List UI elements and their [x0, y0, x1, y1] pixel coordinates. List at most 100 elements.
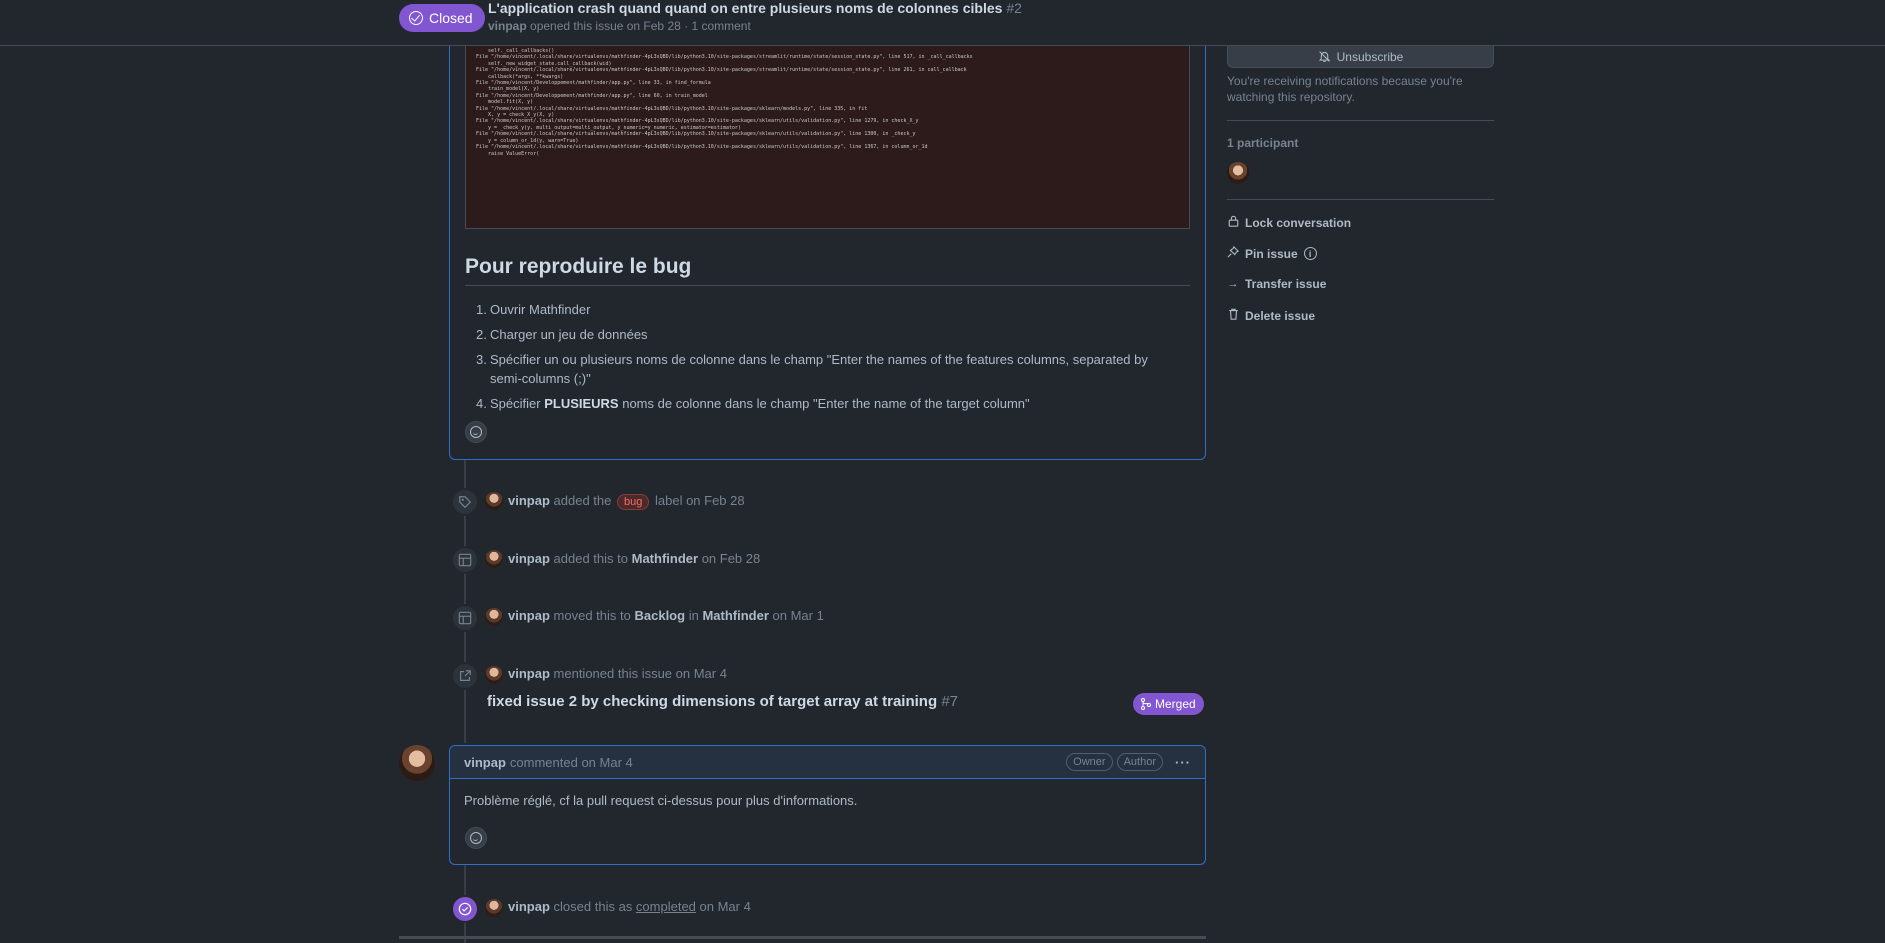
- transfer-issue-button[interactable]: → Transfer issue: [1227, 277, 1327, 291]
- bell-slash-icon: [1318, 51, 1330, 62]
- divider: [1227, 120, 1494, 121]
- comment-timestamp[interactable]: commented on Mar 4: [510, 755, 633, 770]
- event-user-link[interactable]: vinpap: [508, 551, 550, 566]
- avatar[interactable]: [485, 608, 503, 626]
- close-reason-link[interactable]: completed: [636, 899, 696, 914]
- pin-icon: [1227, 245, 1240, 261]
- step-text: Charger un jeu de données: [490, 327, 648, 342]
- issue-title[interactable]: L'application crash quand quand on entre…: [488, 0, 1022, 16]
- pull-request-title[interactable]: fixed issue 2 by checking dimensions of …: [487, 693, 937, 710]
- comment-header: vinpap commented on Mar 4 Owner Author ·…: [450, 746, 1205, 779]
- step-text: noms de colonne dans le champ "Enter the…: [618, 396, 1030, 411]
- tag-icon: [451, 488, 479, 516]
- delete-issue-button[interactable]: Delete issue: [1227, 308, 1315, 323]
- author-badge: Author: [1116, 753, 1163, 771]
- timeline-event-project: vinpap added this to Mathfinder on Feb 2…: [508, 551, 760, 566]
- step-number: 4.: [476, 396, 487, 411]
- bug-label[interactable]: bug: [617, 494, 650, 510]
- event-text: mentioned this issue on Mar 4: [553, 666, 727, 681]
- comment: vinpap commented on Mar 4 Owner Author ·…: [449, 745, 1206, 865]
- divider: [399, 936, 1206, 939]
- list-item: 4. Spécifier PLUSIEURS noms de colonne da…: [476, 394, 1178, 413]
- timeline-event-mention: vinpap mentioned this issue on Mar 4: [508, 666, 727, 681]
- issue-number: #2: [1006, 0, 1022, 16]
- pull-request-link[interactable]: fixed issue 2 by checking dimensions of …: [487, 693, 958, 710]
- avatar[interactable]: [485, 666, 503, 684]
- avatar[interactable]: [485, 492, 503, 510]
- issue-state-badge: Closed: [399, 4, 485, 32]
- step-number: 2.: [476, 327, 487, 342]
- project-table-icon: [451, 546, 479, 574]
- project-table-icon: [451, 604, 479, 632]
- check-circle-icon: [409, 11, 423, 25]
- avatar[interactable]: [399, 745, 435, 781]
- event-text: on Mar 4: [699, 899, 751, 914]
- event-text: added this to: [553, 551, 628, 566]
- project-link[interactable]: Mathfinder: [632, 551, 698, 566]
- project-link[interactable]: Mathfinder: [702, 608, 768, 623]
- event-text: on Mar 1: [772, 608, 824, 623]
- pull-request-number: #7: [941, 693, 958, 710]
- transfer-issue-label: Transfer issue: [1245, 277, 1327, 291]
- event-text: added the: [553, 493, 612, 508]
- section-heading: Pour reproduire le bug: [465, 255, 1190, 286]
- unsubscribe-label: Unsubscribe: [1336, 49, 1404, 64]
- owner-badge: Owner: [1066, 753, 1113, 771]
- list-item: 3. Spécifier un ou plusieurs noms de colo…: [476, 350, 1178, 388]
- pin-issue-button[interactable]: Pin issue i: [1227, 245, 1317, 261]
- timeline-event-closed: vinpap closed this as completed on Mar 4: [508, 899, 751, 914]
- timeline-event-moved: vinpap moved this to Backlog in Mathfind…: [508, 608, 824, 623]
- step-text: Spécifier: [490, 396, 545, 411]
- list-item: 2. Charger un jeu de données: [476, 325, 1178, 344]
- add-reaction-button[interactable]: [465, 421, 487, 443]
- comment-author-link[interactable]: vinpap: [464, 755, 506, 770]
- lock-icon: [1227, 215, 1239, 230]
- check-circle-icon: [451, 895, 479, 923]
- issue-meta: vinpap opened this issue on Feb 28 · 1 c…: [488, 19, 751, 33]
- event-text: in: [688, 608, 699, 623]
- notification-reason: You're receiving notifications because y…: [1227, 74, 1463, 104]
- column-name: Backlog: [634, 608, 686, 623]
- add-reaction-button[interactable]: [465, 827, 487, 849]
- pin-issue-label: Pin issue: [1245, 246, 1298, 261]
- event-user-link[interactable]: vinpap: [508, 899, 550, 914]
- reproduce-steps-list: 1. Ouvrir Mathfinder 2. Charger un jeu de …: [476, 300, 1178, 419]
- issue-state-label: Closed: [429, 10, 473, 26]
- participants-heading: 1 participant: [1227, 136, 1299, 150]
- issue-author-link[interactable]: vinpap: [488, 19, 527, 33]
- smiley-icon: [470, 832, 482, 844]
- unsubscribe-button[interactable]: Unsubscribe: [1227, 46, 1494, 68]
- delete-issue-label: Delete issue: [1245, 308, 1316, 323]
- comment-body: Problème réglé, cf la pull request ci-de…: [464, 793, 858, 808]
- merged-badge: Merged: [1133, 693, 1204, 715]
- smiley-icon: [470, 426, 482, 438]
- lock-conversation-button[interactable]: Lock conversation: [1227, 215, 1351, 230]
- step-text: Ouvrir Mathfinder: [490, 302, 591, 317]
- event-text: moved this to: [553, 608, 631, 623]
- lock-conversation-label: Lock conversation: [1245, 215, 1352, 230]
- event-text: label on Feb 28: [654, 493, 745, 508]
- avatar[interactable]: [485, 899, 503, 917]
- divider: [1227, 199, 1494, 200]
- avatar[interactable]: [485, 550, 503, 568]
- event-user-link[interactable]: vinpap: [508, 666, 550, 681]
- step-number: 3.: [476, 352, 487, 367]
- arrow-right-icon: →: [1227, 278, 1239, 290]
- avatar[interactable]: [1227, 162, 1249, 184]
- step-number: 1.: [476, 302, 487, 317]
- cross-reference-icon: [451, 662, 479, 690]
- event-user-link[interactable]: vinpap: [508, 608, 550, 623]
- issue-title-text[interactable]: L'application crash quand quand on entre…: [488, 0, 1002, 16]
- traceback-line: raise ValueError(: [476, 150, 540, 157]
- traceback-screenshot: self._call_callbacks() File "/home/vincen…: [465, 46, 1190, 229]
- trash-icon: [1227, 308, 1239, 323]
- info-icon[interactable]: i: [1303, 247, 1317, 260]
- event-text: on Feb 28: [701, 551, 761, 566]
- step-text: Spécifier un ou plusieurs noms de colonn…: [490, 352, 1148, 386]
- kebab-menu-icon[interactable]: ···: [1175, 755, 1191, 770]
- list-item: 1. Ouvrir Mathfinder: [476, 300, 1178, 319]
- sticky-issue-header: Closed L'application crash quand quand o…: [0, 0, 1885, 46]
- event-text: closed this as: [553, 899, 633, 914]
- event-user-link[interactable]: vinpap: [508, 493, 550, 508]
- timeline-event-label: vinpap added the bug label on Feb 28: [508, 493, 745, 510]
